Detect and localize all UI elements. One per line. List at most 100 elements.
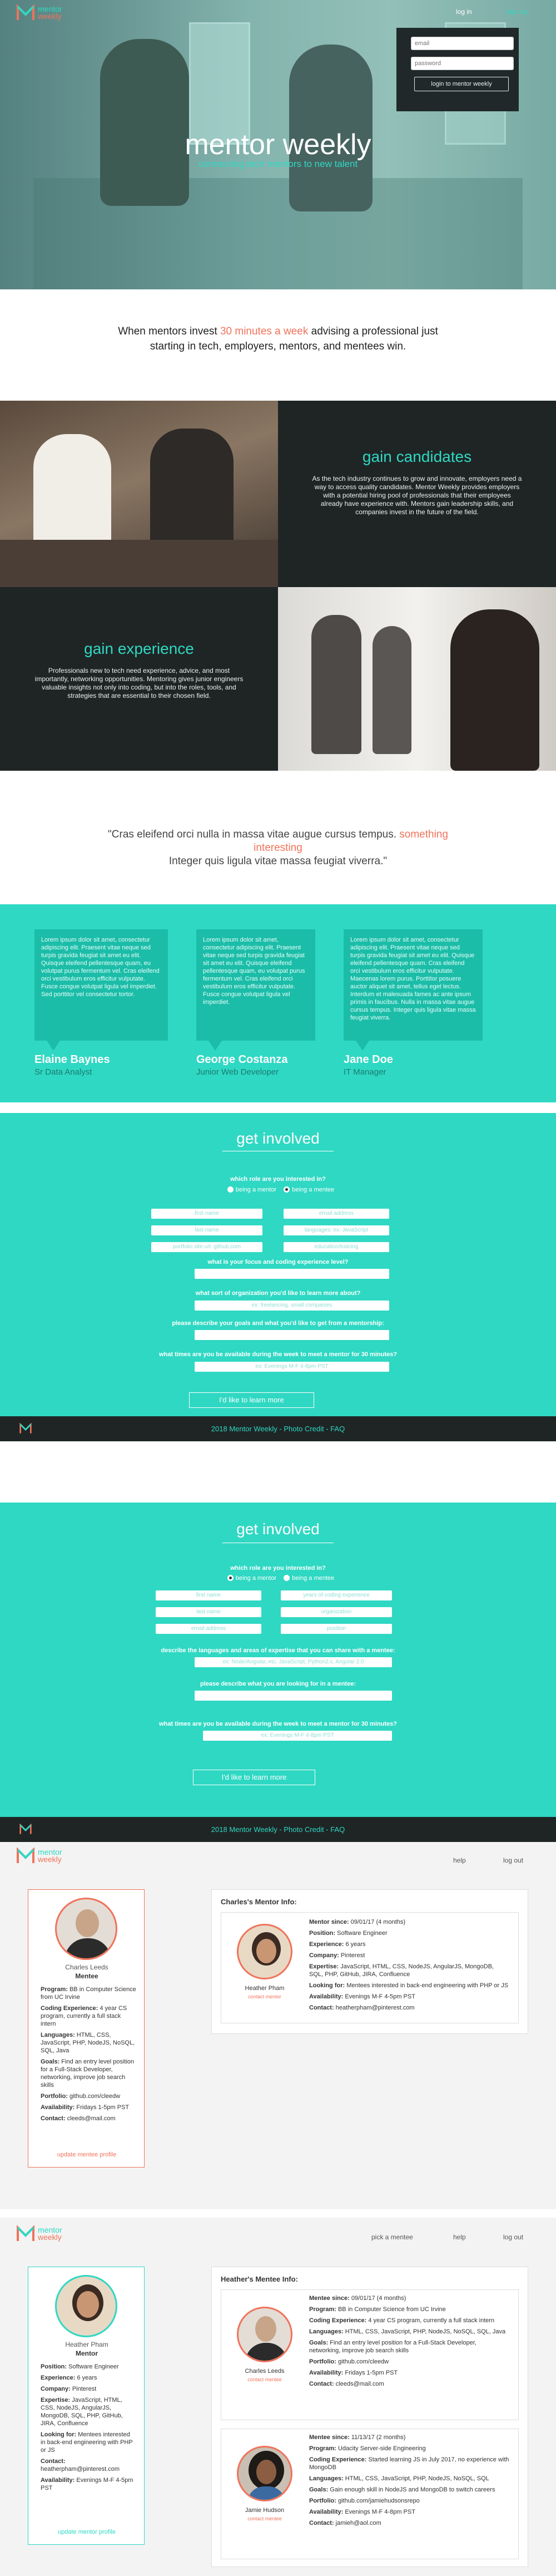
position-input[interactable]: position [281, 1624, 392, 1634]
help-link[interactable]: help [453, 1856, 466, 1864]
footer-copyright: 2018 Mentor Weekly [211, 1425, 277, 1433]
footer-separator: - [277, 1825, 284, 1834]
testimonials-section: Lorem ipsum dolor sit amet, consectetur … [0, 904, 556, 1102]
intro-highlight: 30 minutes a week [220, 326, 309, 337]
info-value: Find an entry level position for a Full-… [309, 2339, 476, 2354]
time-input[interactable]: ex: Evenings M-F 4-8pm PST [195, 1362, 389, 1372]
organization-input[interactable]: organization [281, 1607, 392, 1617]
mentor-dashboard: mentor weekly pick a mentee help log out… [0, 2218, 556, 2576]
signup-link[interactable]: sign up [506, 8, 528, 16]
contact-mentee-link[interactable]: contact mentee [221, 2377, 308, 2382]
profile-fields: Program: BB in Computer Science from UC … [41, 1986, 136, 2126]
role-mentee-label: being a mentee [292, 1575, 335, 1582]
footer-separator: - [324, 1425, 331, 1433]
testimonial-text: Lorem ipsum dolor sit amet, consectetur … [203, 937, 305, 1006]
experience-input[interactable]: years of coding experience [281, 1590, 392, 1600]
info-label: Coding Experience: [309, 2456, 367, 2463]
first-name-input[interactable]: first name [156, 1590, 261, 1600]
pick-mentee-link[interactable]: pick a mentee [371, 2233, 413, 2241]
portfolio-input[interactable]: portfolio site url: github.com [151, 1242, 262, 1252]
info-value: Software Engineer [68, 2363, 119, 2370]
email-input[interactable]: email address [156, 1624, 261, 1634]
role-question: which role are you interested in? [230, 1176, 326, 1183]
info-value: 6 years [77, 2375, 97, 2381]
goals-input[interactable] [195, 1330, 389, 1340]
login-link[interactable]: log in [456, 8, 472, 16]
role-mentee-radio[interactable] [284, 1575, 290, 1581]
footer-faq-link[interactable]: FAQ [330, 1825, 345, 1834]
login-panel: login to mentor weekly [396, 28, 519, 111]
logo-icon [19, 1824, 32, 1834]
info-label: Availability: [309, 2509, 344, 2515]
testimonial-name: George Costanza [196, 1053, 288, 1066]
contact-mentee-link[interactable]: contact mentee [221, 2516, 308, 2521]
info-row: Company: Pinterest [41, 2385, 136, 2393]
mentee-card: Jamie Hudson contact mentee Mentee since… [221, 2429, 519, 2559]
role-mentor-label: being a mentor [235, 1575, 277, 1582]
info-value: Udacity Server-side Engineering [337, 2445, 426, 2452]
info-row: Mentee since: 11/13/17 (2 months) [309, 2434, 509, 2441]
photo-coffee-meeting [0, 401, 278, 587]
languages-input[interactable]: ex: Node/Angular, etc. JavaScript, Pytho… [195, 1657, 392, 1667]
footer-photo-credit-link[interactable]: Photo Credit [284, 1825, 324, 1834]
languages-question: describe the languages and areas of expe… [161, 1647, 395, 1654]
brand-line2: weekly [38, 1855, 62, 1864]
email-input[interactable]: email address [284, 1209, 389, 1219]
brand-logo[interactable]: mentor weekly [17, 4, 62, 23]
help-link[interactable]: help [453, 2233, 466, 2241]
education-input[interactable]: education/training [284, 1242, 389, 1252]
footer-photo-credit-link[interactable]: Photo Credit [284, 1425, 324, 1433]
logout-link[interactable]: log out [503, 1856, 523, 1864]
org-input[interactable]: ex: freelancing, small companies [195, 1301, 389, 1311]
hero-subtitle: connecting tech mentors to new talent [198, 159, 358, 169]
role-mentor-radio[interactable] [227, 1186, 234, 1193]
looking-input[interactable] [195, 1691, 392, 1701]
first-name-input[interactable]: first name [151, 1209, 262, 1219]
hero-banner: mentor weekly log in sign up login to me… [0, 0, 556, 289]
mentor-avatar [237, 1924, 292, 1979]
update-profile-link[interactable]: update mentor profile [28, 2529, 145, 2535]
testimonial-name: Elaine Baynes [34, 1053, 110, 1066]
photo-whiteboard-meeting [278, 587, 556, 771]
info-row: Goals: Gain enough skill in NodeJS and M… [309, 2486, 509, 2494]
time-input[interactable]: ex: Evenings M-F 4-8pm PST [203, 1731, 392, 1741]
learn-more-button[interactable]: I'd like to learn more [193, 1770, 315, 1785]
info-label: Contact: [309, 2381, 334, 2387]
testimonial-name: Jane Doe [344, 1053, 393, 1066]
info-value: Evenings M-F 4-5pm PST [345, 1993, 415, 2000]
info-row: Contact: heatherpham@pinterest.com [309, 2004, 509, 2012]
intro-text: When mentors invest [118, 326, 220, 337]
info-label: Mentee since: [309, 2295, 350, 2302]
footer-copyright: 2018 Mentor Weekly [211, 1825, 277, 1834]
login-email-input[interactable] [411, 37, 514, 50]
brand-logo[interactable]: mentor weekly [17, 1847, 62, 1866]
footer: 2018 Mentor Weekly - Photo Credit - FAQ [0, 1416, 556, 1441]
info-label: Program: [309, 2445, 336, 2452]
login-password-input[interactable] [411, 57, 514, 70]
info-value: 4 year CS program, currently a full stac… [368, 2317, 495, 2324]
last-name-input[interactable]: last name [151, 1225, 262, 1235]
info-row: Contact: cleeds@mail.com [309, 2380, 509, 2388]
login-submit-button[interactable]: login to mentor weekly [414, 77, 509, 91]
info-label: Coding Experience: [41, 2005, 98, 2012]
goals-question: please describe your goals and what you'… [172, 1320, 384, 1327]
update-profile-link[interactable]: update mentee profile [28, 2151, 145, 2158]
footer-faq-link[interactable]: FAQ [330, 1425, 345, 1433]
mentee-info-panel: Heather's Mentee Info: Charles Leeds con… [211, 2267, 528, 2567]
info-label: Languages: [309, 2475, 344, 2482]
learn-more-button[interactable]: I'd like to learn more [189, 1392, 314, 1408]
role-mentor-radio[interactable] [227, 1575, 234, 1581]
mentee-card: Charles Leeds contact mentee Mentee sinc… [221, 2289, 519, 2420]
logout-link[interactable]: log out [503, 2233, 523, 2241]
gain-candidates-block: gain candidates As the tech industry con… [278, 401, 556, 587]
last-name-input[interactable]: last name [156, 1607, 261, 1617]
photo-person [311, 615, 361, 754]
role-mentee-radio[interactable] [284, 1186, 290, 1193]
focus-input[interactable] [195, 1269, 389, 1279]
languages-input[interactable]: languages: ex: JavaScript [284, 1225, 389, 1235]
info-row: Languages: HTML, CSS, JavaScript, PHP, N… [309, 2328, 509, 2336]
info-row: Company: Pinterest [309, 1952, 509, 1959]
logo-icon [19, 1423, 32, 1434]
brand-logo[interactable]: mentor weekly [17, 2225, 62, 2244]
contact-mentor-link[interactable]: contact mentor [221, 1994, 308, 1999]
